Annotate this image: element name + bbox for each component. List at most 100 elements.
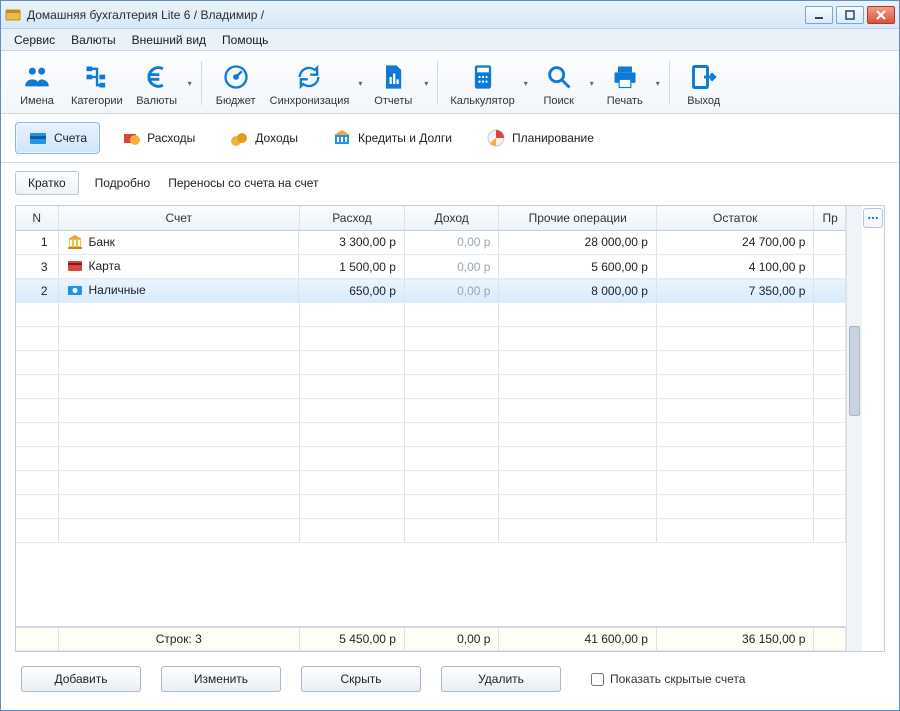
empty-row bbox=[16, 399, 846, 423]
print-dropdown[interactable]: ▾ bbox=[653, 79, 663, 88]
toolbar-names-label: Имена bbox=[20, 95, 54, 107]
reports-dropdown[interactable]: ▾ bbox=[421, 79, 431, 88]
footer-other: 41 600,00 р bbox=[499, 627, 657, 651]
vertical-scrollbar[interactable] bbox=[846, 206, 862, 651]
cell-other: 8 000,00 р bbox=[499, 279, 657, 303]
col-expense[interactable]: Расход bbox=[299, 206, 404, 230]
currencies-dropdown[interactable]: ▾ bbox=[185, 79, 195, 88]
toolbar-sync[interactable]: Синхронизация bbox=[264, 57, 356, 109]
show-hidden-label: Показать скрытые счета bbox=[610, 672, 745, 686]
sync-dropdown[interactable]: ▾ bbox=[355, 79, 365, 88]
section-credits[interactable]: Кредиты и Долги bbox=[319, 122, 465, 154]
section-bar: Счета Расходы Доходы Кредиты и Долги Пла… bbox=[1, 114, 899, 163]
main-toolbar: Имена Категории Валюты ▾ Бюджет Синхрони… bbox=[1, 51, 899, 114]
section-accounts[interactable]: Счета bbox=[15, 122, 100, 154]
col-extra[interactable]: Пр bbox=[814, 206, 846, 230]
col-balance[interactable]: Остаток bbox=[656, 206, 814, 230]
toolbar-currencies-label: Валюты bbox=[136, 95, 177, 107]
show-hidden-input[interactable] bbox=[591, 673, 604, 686]
bank-icon bbox=[67, 234, 83, 250]
view-transfers[interactable]: Переносы со счета на счет bbox=[166, 172, 320, 194]
footer-balance: 36 150,00 р bbox=[656, 627, 814, 651]
exit-icon bbox=[688, 61, 720, 93]
cell-account: Карта bbox=[59, 255, 300, 279]
grid-options-button[interactable] bbox=[863, 208, 883, 228]
grid-body[interactable]: 1Банк3 300,00 р0,00 р28 000,00 р24 700,0… bbox=[16, 231, 846, 626]
calculator-icon bbox=[467, 61, 499, 93]
cell-income: 0,00 р bbox=[404, 231, 498, 255]
cell-extra bbox=[814, 231, 846, 255]
add-button[interactable]: Добавить bbox=[21, 666, 141, 692]
toolbar-exit-label: Выход bbox=[687, 95, 720, 107]
view-brief[interactable]: Кратко bbox=[15, 171, 79, 195]
menu-currencies[interactable]: Валюты bbox=[64, 31, 123, 49]
cash-icon bbox=[67, 282, 83, 298]
footer-rowcount: Строк: 3 bbox=[58, 627, 299, 651]
account-name: Карта bbox=[89, 259, 121, 273]
toolbar-exit[interactable]: Выход bbox=[676, 57, 732, 109]
printer-icon bbox=[609, 61, 641, 93]
menu-help[interactable]: Помощь bbox=[215, 31, 275, 49]
planning-icon bbox=[486, 128, 506, 148]
cell-n: 1 bbox=[16, 231, 58, 255]
toolbar-reports-label: Отчеты bbox=[374, 95, 412, 107]
section-planning-label: Планирование bbox=[512, 131, 594, 145]
menu-service[interactable]: Сервис bbox=[7, 31, 62, 49]
empty-row bbox=[16, 495, 846, 519]
menubar: Сервис Валюты Внешний вид Помощь bbox=[1, 29, 899, 51]
show-hidden-checkbox[interactable]: Показать скрытые счета bbox=[591, 672, 745, 686]
maximize-button[interactable] bbox=[836, 6, 864, 24]
cell-balance: 7 350,00 р bbox=[656, 279, 814, 303]
toolbar-currencies[interactable]: Валюты bbox=[129, 57, 185, 109]
cell-income: 0,00 р bbox=[404, 255, 498, 279]
view-tabs: Кратко Подробно Переносы со счета на сче… bbox=[15, 171, 885, 195]
col-account[interactable]: Счет bbox=[58, 206, 299, 230]
hide-button[interactable]: Скрыть bbox=[301, 666, 421, 692]
cell-extra bbox=[814, 255, 846, 279]
toolbar-names[interactable]: Имена bbox=[9, 57, 65, 109]
delete-button[interactable]: Удалить bbox=[441, 666, 561, 692]
toolbar-categories[interactable]: Категории bbox=[65, 57, 129, 109]
table-row[interactable]: 2Наличные650,00 р0,00 р8 000,00 р7 350,0… bbox=[16, 279, 846, 303]
sync-icon bbox=[293, 61, 325, 93]
section-income[interactable]: Доходы bbox=[216, 122, 311, 154]
content: Кратко Подробно Переносы со счета на сче… bbox=[1, 163, 899, 710]
credits-icon bbox=[332, 128, 352, 148]
cell-account: Банк bbox=[59, 231, 300, 255]
menu-view[interactable]: Внешний вид bbox=[125, 31, 213, 49]
cell-expense: 3 300,00 р bbox=[299, 231, 404, 255]
toolbar-reports[interactable]: Отчеты bbox=[365, 57, 421, 109]
toolbar-budget[interactable]: Бюджет bbox=[208, 57, 264, 109]
toolbar-print[interactable]: Печать bbox=[597, 57, 653, 109]
close-button[interactable] bbox=[867, 6, 895, 24]
people-icon bbox=[21, 61, 53, 93]
search-icon bbox=[543, 61, 575, 93]
section-planning[interactable]: Планирование bbox=[473, 122, 607, 154]
expenses-icon bbox=[121, 128, 141, 148]
search-dropdown[interactable]: ▾ bbox=[587, 79, 597, 88]
account-name: Наличные bbox=[89, 283, 146, 297]
toolbar-budget-label: Бюджет bbox=[216, 95, 256, 107]
minimize-button[interactable] bbox=[805, 6, 833, 24]
grid-header: N Счет Расход Доход Прочие операции Оста… bbox=[16, 206, 846, 231]
toolbar-calculator[interactable]: Калькулятор bbox=[444, 57, 520, 109]
section-income-label: Доходы bbox=[255, 131, 298, 145]
section-expenses-label: Расходы bbox=[147, 131, 195, 145]
document-icon bbox=[377, 61, 409, 93]
col-n[interactable]: N bbox=[16, 206, 58, 230]
col-other[interactable]: Прочие операции bbox=[499, 206, 657, 230]
gauge-icon bbox=[220, 61, 252, 93]
cell-extra bbox=[814, 279, 846, 303]
calc-dropdown[interactable]: ▾ bbox=[521, 79, 531, 88]
col-income[interactable]: Доход bbox=[404, 206, 498, 230]
toolbar-search[interactable]: Поиск bbox=[531, 57, 587, 109]
table-row[interactable]: 3Карта1 500,00 р0,00 р5 600,00 р4 100,00… bbox=[16, 255, 846, 279]
section-expenses[interactable]: Расходы bbox=[108, 122, 208, 154]
tree-icon bbox=[81, 61, 113, 93]
toolbar-categories-label: Категории bbox=[71, 95, 123, 107]
view-detailed[interactable]: Подробно bbox=[93, 172, 153, 194]
table-row[interactable]: 1Банк3 300,00 р0,00 р28 000,00 р24 700,0… bbox=[16, 231, 846, 255]
empty-row bbox=[16, 471, 846, 495]
edit-button[interactable]: Изменить bbox=[161, 666, 281, 692]
account-name: Банк bbox=[89, 235, 115, 249]
